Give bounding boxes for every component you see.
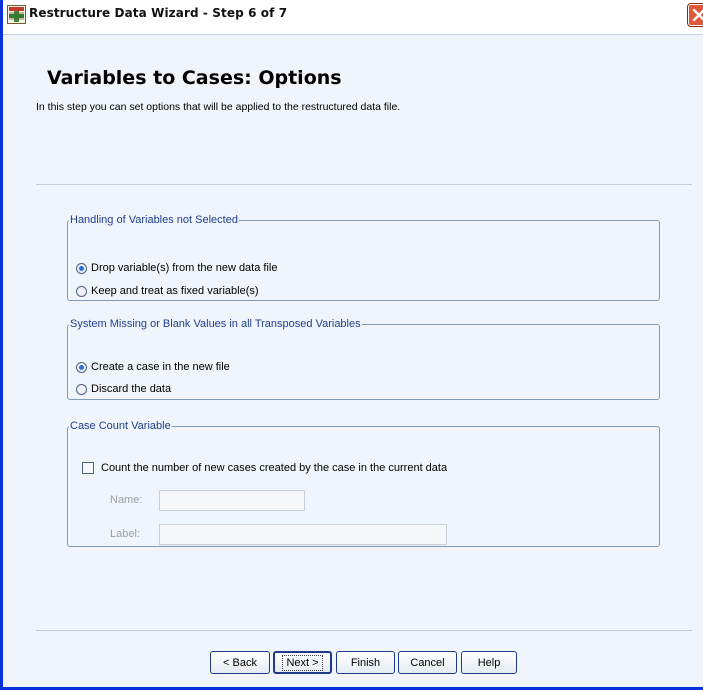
restructure-wizard-dialog: Restructure Data Wizard - Step 6 of 7 Va… [0,0,703,690]
page-title: Variables to Cases: Options [47,67,342,89]
missing-values-group: System Missing or Blank Values in all Tr… [67,318,660,400]
radio-discard-data[interactable]: Discard the data [76,381,171,397]
radio-discard-data-label: Discard the data [91,383,172,395]
window-title: Restructure Data Wizard - Step 6 of 7 [29,6,288,20]
title-bar[interactable]: Restructure Data Wizard - Step 6 of 7 [3,0,703,35]
page-description: In this step you can set options that wi… [36,101,401,113]
radio-button-selected[interactable] [76,361,87,373]
radio-create-case-label: Create a case in the new file [91,361,230,373]
missing-values-legend: System Missing or Blank Values in all Tr… [70,318,361,330]
app-grid-icon [7,5,26,24]
help-button[interactable]: Help [461,651,517,674]
count-cases-checkbox[interactable] [82,462,94,474]
radio-button[interactable] [76,383,87,395]
count-cases-checkbox-row[interactable]: Count the number of new cases created by… [82,460,447,476]
label-field-label: Label: [110,528,140,540]
back-button[interactable]: < Back [210,651,270,674]
radio-drop-variables[interactable]: Drop variable(s) from the new data file [76,260,277,276]
close-icon [692,8,703,22]
case-count-group: Case Count Variable Count the number of … [67,420,660,547]
radio-button-selected[interactable] [76,262,87,274]
count-cases-label: Count the number of new cases created by… [101,462,448,474]
label-field[interactable] [159,524,447,545]
handling-variables-legend: Handling of Variables not Selected [70,214,238,226]
close-button[interactable] [688,4,703,26]
name-field[interactable] [159,490,305,511]
radio-keep-fixed-label: Keep and treat as fixed variable(s) [91,285,259,297]
footer-divider [36,630,692,631]
case-count-legend: Case Count Variable [70,420,171,432]
radio-create-case[interactable]: Create a case in the new file [76,359,230,375]
name-field-label: Name: [110,494,143,506]
radio-drop-variables-label: Drop variable(s) from the new data file [91,262,278,274]
next-button[interactable]: Next > [273,651,332,674]
radio-keep-fixed[interactable]: Keep and treat as fixed variable(s) [76,283,259,299]
radio-button[interactable] [76,285,87,297]
cancel-button[interactable]: Cancel [398,651,457,674]
header-divider [36,184,692,185]
finish-button[interactable]: Finish [336,651,395,674]
handling-variables-group: Handling of Variables not Selected Drop … [67,214,660,301]
next-button-label: Next > [282,654,323,671]
